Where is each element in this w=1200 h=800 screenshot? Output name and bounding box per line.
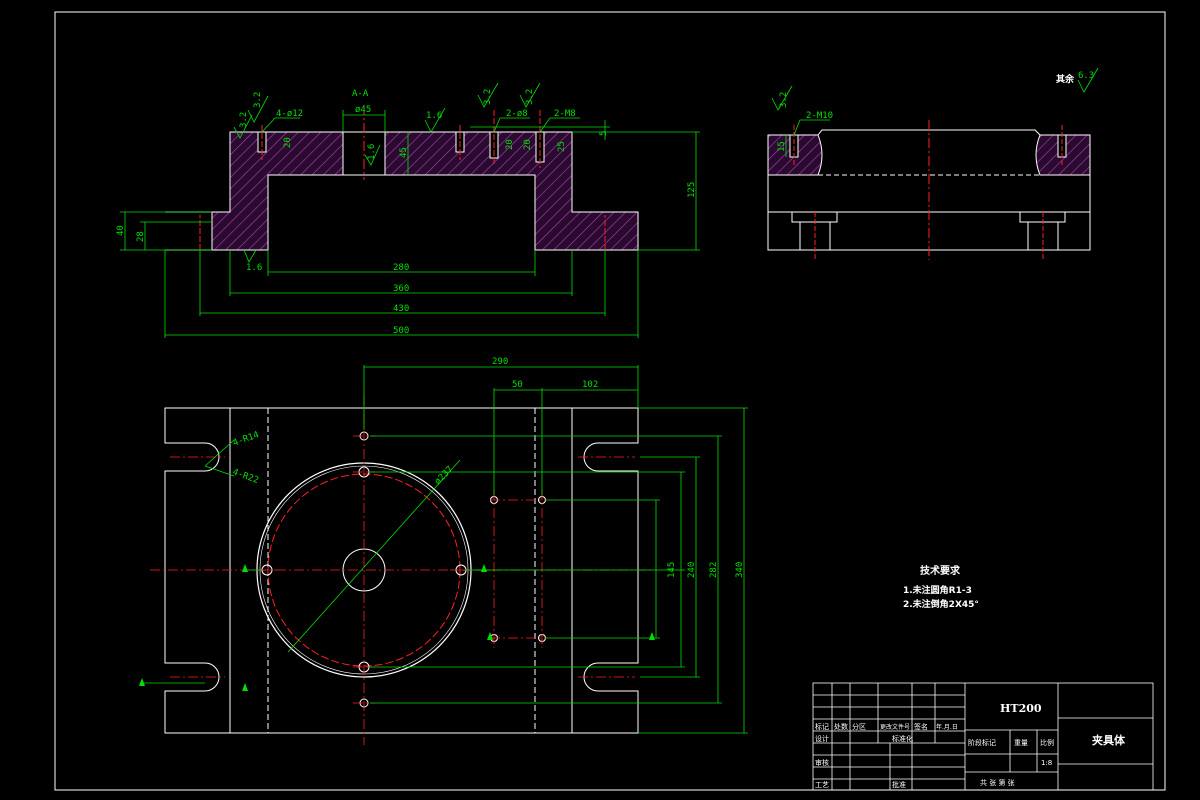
section-label: A-A (352, 89, 369, 99)
part-name: 夹具体 (1092, 733, 1126, 747)
roughness-6: 1.6 (367, 144, 377, 160)
tech-requirements: 技术要求 1.未注圆角R1-3 2.未注倒角2X45° (903, 564, 979, 610)
drawing-frame (54, 11, 1166, 791)
scale-value: 1:8 (1041, 759, 1052, 767)
dim-340: 340 (735, 562, 745, 578)
slot-r14-label: 4-R14 (232, 430, 261, 449)
side-thread: 2-M10 (806, 111, 833, 121)
approve-label: 批准 (892, 780, 906, 789)
dim-20b: 20 (505, 139, 515, 150)
row-label-process: 工艺 (815, 781, 829, 789)
scale-label: 比例 (1040, 738, 1054, 747)
dim-500: 500 (393, 326, 409, 336)
col-label-sign: 签名 (914, 722, 928, 731)
circle-dia-label: ø237 (433, 465, 455, 487)
dim-50: 50 (512, 380, 523, 390)
stage-label: 阶段标记 (968, 738, 996, 747)
dim-282: 282 (709, 562, 719, 578)
dim-280: 280 (393, 263, 409, 273)
roughness-7: 1.6 (246, 263, 262, 273)
dim-102: 102 (582, 380, 598, 390)
front-section-view: 3.2 3.2 1.6 3.2 3.2 1.6 1.6 A-A 4-ø12 ø4… (116, 82, 700, 338)
material-label: HT200 (1000, 702, 1042, 715)
row-label-review: 审核 (815, 758, 829, 767)
col-label-docno: 更改文件号 (880, 723, 910, 731)
tech-item-2: 2.未注倒角2X45° (903, 598, 979, 610)
dim-5: 5 (599, 131, 609, 136)
dim-40: 40 (116, 225, 126, 236)
col-label-count: 处数 (834, 722, 848, 731)
dim-125: 125 (687, 182, 697, 198)
roughness-5: 3.2 (525, 89, 535, 105)
side-depth: 15 (777, 141, 787, 152)
bore-45-label: ø45 (355, 105, 371, 115)
dim-430: 430 (393, 304, 409, 314)
dim-28: 28 (136, 231, 146, 242)
dim-20c: 20 (523, 139, 533, 150)
row-label-design: 设计 (815, 734, 829, 743)
dim-20a: 20 (283, 137, 293, 148)
std-label: 标准化 (892, 734, 913, 743)
holes-8-label: 2-ø8 (506, 109, 528, 119)
dim-290: 290 (492, 357, 508, 367)
col-label-date: 年.月.日 (936, 723, 958, 731)
slot-r22-label: 4-R22 (231, 467, 260, 486)
top-view: 290 50 102 145 240 282 340 4-R14 4-R22 ø… (139, 357, 748, 745)
dim-145: 145 (667, 562, 677, 578)
tech-title: 技术要求 (920, 564, 961, 577)
roughness-all-label: 其余 (1056, 73, 1075, 85)
roughness-2: 3.2 (239, 112, 249, 128)
col-label-zone: 分区 (852, 722, 866, 731)
roughness-4: 3.2 (483, 89, 493, 105)
roughness-3: 1.6 (426, 111, 442, 121)
row-label-mark: 标记 (815, 722, 829, 731)
sheet-label: 共 张 第 张 (980, 778, 1015, 787)
holes-12-label: 4-ø12 (276, 109, 303, 119)
dim-25: 25 (557, 141, 567, 152)
roughness-1: 3.2 (253, 92, 263, 108)
dim-45: 45 (399, 147, 409, 158)
dim-240: 240 (687, 562, 697, 578)
thread-m8-label: 2-M8 (554, 109, 576, 119)
side-view: 3.2 2-M10 15 其余 6.3 (767, 67, 1099, 260)
side-roughness: 3.2 (779, 92, 789, 108)
roughness-all-value: 6.3 (1078, 71, 1094, 81)
weight-label: 重量 (1014, 739, 1028, 747)
tech-item-1: 1.未注圆角R1-3 (903, 584, 972, 596)
front-section-body (211, 131, 639, 251)
dim-360: 360 (393, 284, 409, 294)
cad-drawing: 3.2 3.2 1.6 3.2 3.2 1.6 1.6 A-A 4-ø12 ø4… (54, 11, 1166, 791)
